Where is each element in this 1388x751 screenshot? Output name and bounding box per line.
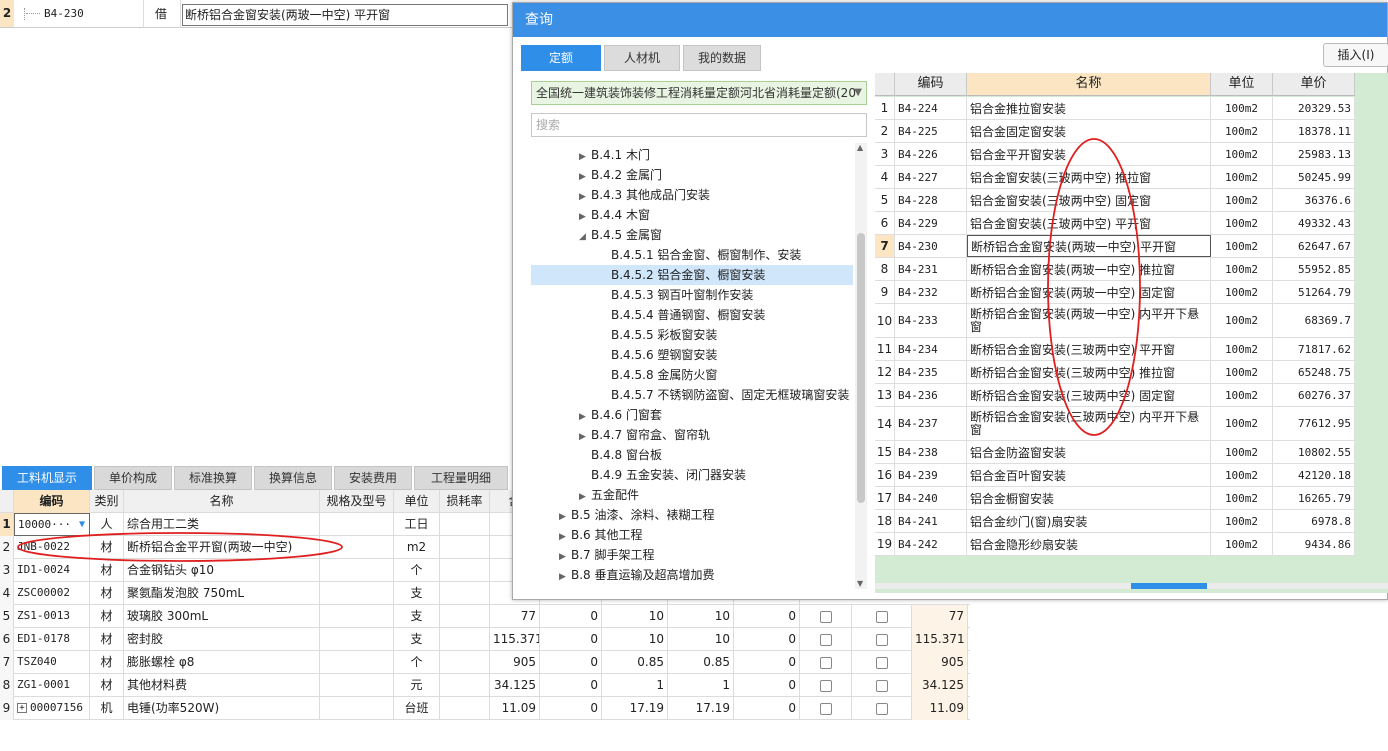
annotation-ellipse-grid	[17, 532, 343, 562]
annotation-ellipse-results	[1047, 138, 1141, 436]
annotation-layer	[17, 138, 1141, 562]
